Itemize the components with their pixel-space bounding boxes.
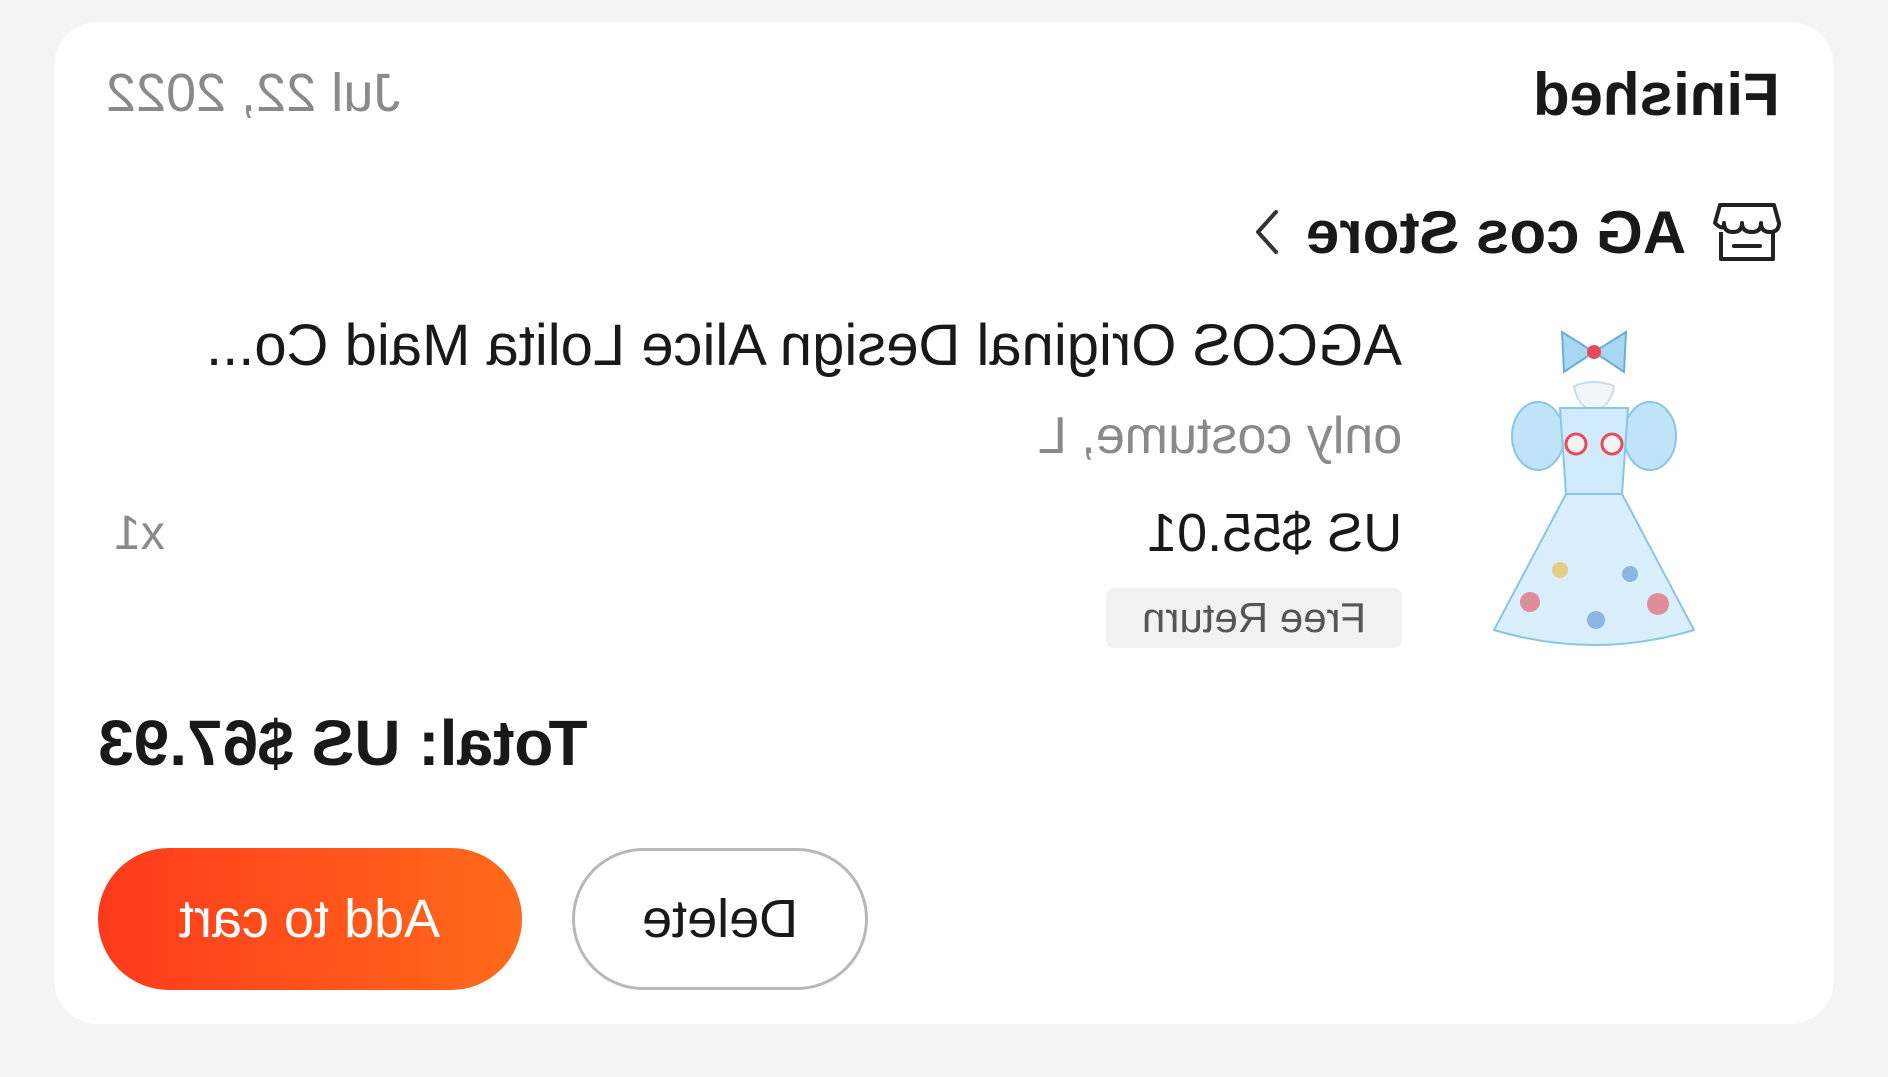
chevron-icon	[1252, 208, 1280, 256]
store-icon	[1712, 201, 1782, 263]
store-name: AG cos Store	[1305, 198, 1686, 266]
free-return-badge: Free Return	[1106, 588, 1402, 648]
delete-button[interactable]: Delete	[572, 848, 868, 990]
product-variant: only costume, L	[1037, 407, 1402, 465]
item-quantity: x1	[114, 507, 165, 560]
product-title[interactable]: AGCOS Original Design Alice Lolita Maid …	[206, 312, 1402, 379]
product-price: US $55.01	[1146, 503, 1402, 563]
order-total: Total: US $67.93	[98, 707, 588, 779]
store-link[interactable]: AG cos Store	[1252, 194, 1782, 270]
add-to-cart-button[interactable]: Add to cart	[98, 848, 522, 990]
product-image[interactable]	[1480, 312, 1708, 664]
order-card: Jul 22, 2022 Finished AG cos Store AGCOS…	[54, 22, 1834, 1024]
order-date: Jul 22, 2022	[106, 63, 401, 123]
order-status: Finished	[1533, 61, 1780, 128]
